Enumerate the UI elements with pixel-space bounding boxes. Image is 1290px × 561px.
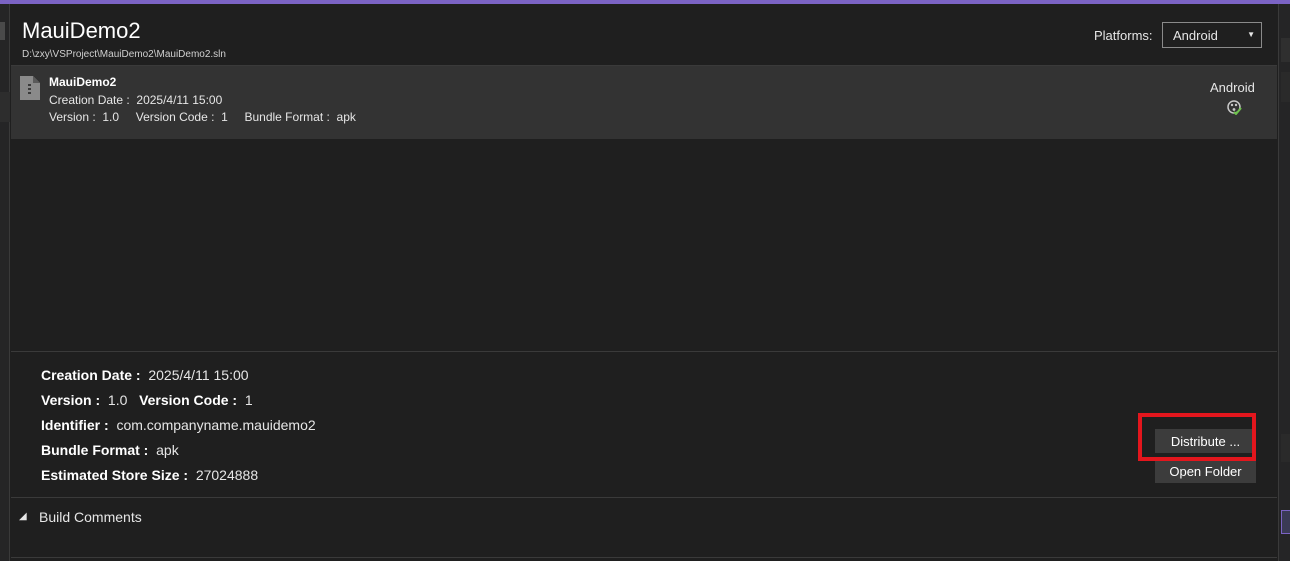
archive-header: MauiDemo2 D:\zxy\VSProject\MauiDemo2\Mau… xyxy=(11,4,1277,65)
project-title: MauiDemo2 xyxy=(22,18,141,43)
detail-store-size: Estimated Store Size : 27024888 xyxy=(41,467,258,483)
archive-name: MauiDemo2 xyxy=(49,75,117,89)
detail-store-size-label: Estimated Store Size : xyxy=(41,467,189,483)
build-comments-section: ◢ Build Comments xyxy=(11,497,1277,558)
bundle-format-value: apk xyxy=(336,110,356,124)
platforms-label: Platforms: xyxy=(1094,28,1153,43)
collapse-triangle-icon[interactable]: ◢ xyxy=(19,511,27,522)
left-gutter-tab[interactable] xyxy=(0,92,10,122)
archive-manager-panel: MauiDemo2 D:\zxy\VSProject\MauiDemo2\Mau… xyxy=(11,4,1277,558)
right-gutter xyxy=(1278,4,1290,561)
detail-identifier-value: com.companyname.mauidemo2 xyxy=(116,417,316,433)
archive-meta: Version : 1.0 Version Code : 1 Bundle Fo… xyxy=(49,110,356,124)
android-icon xyxy=(1227,100,1242,115)
detail-identifier-label: Identifier : xyxy=(41,417,109,433)
archive-file-icon xyxy=(20,76,40,100)
archive-list: MauiDemo2 Creation Date : 2025/4/11 15:0… xyxy=(11,65,1277,351)
left-gutter-tab[interactable] xyxy=(0,22,5,40)
detail-version-code-label: Version Code : xyxy=(139,392,238,408)
detail-version: Version : 1.0 Version Code : 1 xyxy=(41,392,253,408)
detail-creation-date: Creation Date : 2025/4/11 15:00 xyxy=(41,367,249,383)
version-code-value: 1 xyxy=(221,110,228,124)
platform-dropdown-value: Android xyxy=(1173,28,1218,43)
platform-dropdown[interactable]: Android ▼ xyxy=(1162,22,1262,48)
detail-version-label: Version : xyxy=(41,392,101,408)
archive-platform: Android xyxy=(1210,80,1255,95)
panel-bottom-divider xyxy=(11,557,1277,558)
detail-bundle-format-value: apk xyxy=(156,442,179,458)
creation-date-value: 2025/4/11 15:00 xyxy=(136,93,223,107)
open-folder-button[interactable]: Open Folder xyxy=(1155,459,1256,483)
right-gutter-tab[interactable] xyxy=(1281,38,1290,62)
right-gutter-tab[interactable] xyxy=(1281,434,1290,462)
detail-version-value: 1.0 xyxy=(107,392,128,408)
archive-row[interactable]: MauiDemo2 Creation Date : 2025/4/11 15:0… xyxy=(11,66,1277,139)
detail-bundle-format: Bundle Format : apk xyxy=(41,442,179,458)
detail-identifier: Identifier : com.companyname.mauidemo2 xyxy=(41,417,316,433)
detail-creation-date-value: 2025/4/11 15:00 xyxy=(148,367,249,383)
right-gutter-tab[interactable] xyxy=(1281,72,1290,102)
highlight-annotation xyxy=(1138,413,1256,461)
detail-creation-date-label: Creation Date : xyxy=(41,367,141,383)
creation-date-label: Creation Date : xyxy=(49,93,130,107)
build-comments-header[interactable]: Build Comments xyxy=(39,509,142,525)
archive-creation-date: Creation Date : 2025/4/11 15:00 xyxy=(49,93,222,107)
detail-store-size-value: 27024888 xyxy=(195,467,259,483)
solution-path: D:\zxy\VSProject\MauiDemo2\MauiDemo2.sln xyxy=(22,49,226,60)
archive-details: Creation Date : 2025/4/11 15:00 Version … xyxy=(11,351,1277,497)
version-label: Version : xyxy=(49,110,96,124)
detail-version-code-value: 1 xyxy=(244,392,253,408)
version-code-label: Version Code : xyxy=(135,110,215,124)
bundle-format-label: Bundle Format : xyxy=(244,110,330,124)
right-gutter-tab[interactable] xyxy=(1281,510,1290,534)
left-gutter xyxy=(0,4,10,561)
chevron-down-icon: ▼ xyxy=(1247,30,1255,39)
detail-bundle-format-label: Bundle Format : xyxy=(41,442,149,458)
version-value: 1.0 xyxy=(102,110,120,124)
